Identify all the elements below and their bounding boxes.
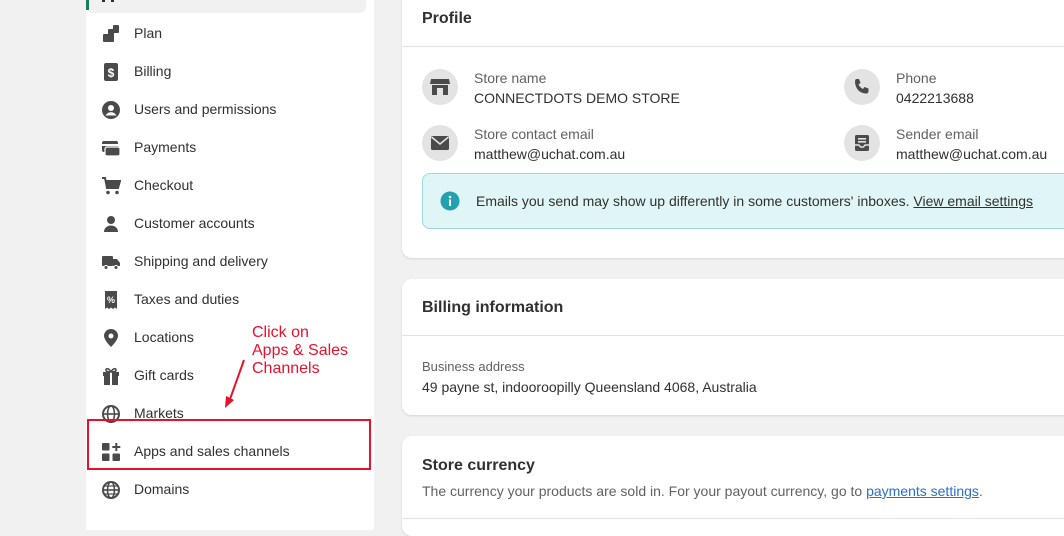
info-icon <box>440 191 460 211</box>
banner-text: Emails you send may show up differently … <box>476 193 910 209</box>
phone-label: Phone <box>896 70 937 86</box>
globe-icon <box>100 479 122 501</box>
store-name-value: CONNECTDOTS DEMO STORE <box>474 90 680 106</box>
sidebar-item-plan[interactable]: Plan <box>86 14 374 52</box>
business-address-value: 49 payne st, indooroopilly Queensland 40… <box>422 379 757 395</box>
sidebar-item-checkout[interactable]: Checkout <box>86 166 374 204</box>
sidebar-item-taxes[interactable]: % Taxes and duties <box>86 280 374 318</box>
gift-icon <box>100 365 122 387</box>
billing-card: Billing information Business address 49 … <box>402 279 1064 415</box>
sidebar-item-label: Shipping and delivery <box>134 253 268 269</box>
sidebar-item-users[interactable]: Users and permissions <box>86 90 374 128</box>
sidebar-item-billing[interactable]: $ Billing <box>86 52 374 90</box>
location-pin-icon <box>100 327 122 349</box>
sender-email-label: Sender email <box>896 126 979 142</box>
person-icon <box>100 213 122 235</box>
annotation-line: Click on <box>252 324 309 341</box>
card-title: Billing information <box>422 299 564 316</box>
divider <box>402 335 1064 336</box>
inbox-icon <box>844 125 880 161</box>
currency-description-text: The currency your products are sold in. … <box>422 483 863 499</box>
store-name-label: Store name <box>474 70 547 86</box>
sidebar-item-domains[interactable]: Domains <box>86 470 374 508</box>
sender-email-value: matthew@uchat.com.au <box>896 146 1048 162</box>
cart-icon <box>100 175 122 197</box>
contact-email-value: matthew@uchat.com.au <box>474 146 626 162</box>
payments-icon <box>100 137 122 159</box>
sidebar-item-label: Plan <box>134 25 163 41</box>
view-email-settings-link[interactable]: View email settings <box>913 193 1033 209</box>
payments-settings-link[interactable]: payments settings <box>866 483 979 499</box>
currency-period: . <box>978 483 983 499</box>
envelope-icon <box>422 125 458 161</box>
info-banner: Emails you send may show up differently … <box>422 173 1064 229</box>
phone-value: 0422213688 <box>896 90 974 106</box>
sidebar-item-payments[interactable]: Payments <box>86 128 374 166</box>
dollar-icon: $ <box>100 61 122 83</box>
currency-description: The currency your products are sold in. … <box>422 483 983 499</box>
sidebar-item-shipping[interactable]: Shipping and delivery <box>86 242 374 280</box>
divider <box>402 46 1064 47</box>
sidebar-item-label: Users and permissions <box>134 101 277 117</box>
card-title: Profile <box>422 10 472 27</box>
sidebar-item-label: Customer accounts <box>134 215 255 231</box>
sidebar-item-label: Domains <box>134 481 190 497</box>
annotation-arrow <box>225 359 245 408</box>
svg-text:$: $ <box>108 66 115 80</box>
svg-text:%: % <box>107 295 115 305</box>
sidebar-item-customer-accounts[interactable]: Customer accounts <box>86 204 374 242</box>
annotation-line: Apps & Sales <box>252 342 349 359</box>
sidebar-item-label: Taxes and duties <box>134 291 240 307</box>
phone-icon <box>844 69 880 105</box>
plan-icon <box>100 23 122 45</box>
annotation-line: Channels <box>252 360 320 377</box>
sidebar-item-label: Checkout <box>134 177 194 193</box>
contact-email-label: Store contact email <box>474 126 594 142</box>
storefront-icon <box>422 69 458 105</box>
sidebar-item-label: Billing <box>134 63 172 79</box>
sidebar-item-label: Payments <box>134 139 197 155</box>
receipt-icon: % <box>100 289 122 311</box>
currency-card: Store currency The currency your product… <box>402 436 1064 536</box>
profile-card: Profile Store name CONNECTDOTS DEMO STOR… <box>402 0 1064 258</box>
truck-icon <box>100 251 122 273</box>
annotation-callout: Click on Apps & Sales Channels <box>252 324 348 378</box>
sidebar-item-general[interactable] <box>86 0 366 13</box>
sidebar-item-label: Locations <box>134 329 194 345</box>
user-circle-icon <box>100 99 122 121</box>
card-title: Store currency <box>422 457 535 474</box>
divider <box>402 518 1064 519</box>
store-icon <box>102 0 114 2</box>
banner-message: Emails you send may show up differently … <box>476 193 1033 209</box>
business-address-label: Business address <box>422 359 525 374</box>
active-indicator <box>86 0 89 10</box>
annotation-highlight-box <box>87 419 371 470</box>
sidebar-item-label: Gift cards <box>134 367 194 383</box>
